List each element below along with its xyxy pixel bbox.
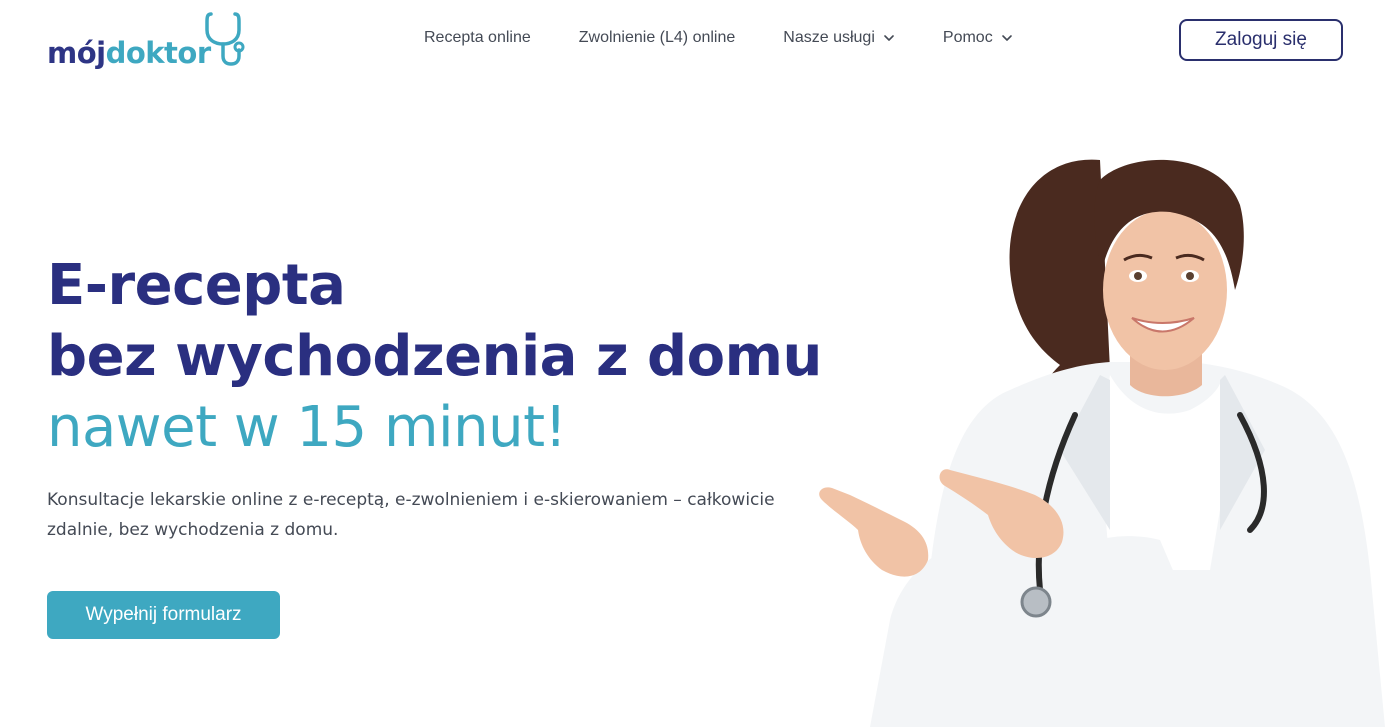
chevron-down-icon — [1001, 35, 1012, 41]
login-button[interactable]: Zaloguj się — [1179, 19, 1343, 61]
nav-recepta-online[interactable]: Recepta online — [424, 29, 531, 47]
hero-title-line-3: nawet w 15 minut! — [47, 395, 567, 460]
chevron-down-icon — [884, 35, 894, 41]
hero-title-line-2: bez wychodzenia z domu — [47, 324, 822, 389]
nav-label: Zwolnienie (L4) online — [578, 29, 736, 46]
nav-label: Pomoc — [942, 29, 993, 46]
main-nav: Recepta online Zwolnienie (L4) online Na… — [424, 29, 1013, 47]
nav-pomoc[interactable]: Pomoc — [943, 29, 1013, 47]
logo[interactable]: mój doktor — [47, 12, 245, 70]
logo-text-doktor: doktor — [105, 36, 212, 70]
logo-text-moj: mój — [47, 36, 106, 70]
nav-label: Nasze usługi — [783, 29, 875, 46]
stethoscope-icon — [205, 12, 245, 66]
hero-heading: E-recepta bez wychodzenia z domu nawet w… — [47, 250, 822, 463]
hero-title-line-1: E-recepta — [47, 253, 346, 318]
hero-description: Konsultacje lekarskie online z e-receptą… — [47, 490, 775, 540]
nav-nasze-uslugi[interactable]: Nasze usługi — [783, 29, 895, 47]
fill-form-button[interactable]: Wypełnij formularz — [47, 591, 280, 639]
nav-label: Recepta online — [424, 29, 531, 46]
site-header: mój doktor Recepta online Zwolnienie (L4… — [0, 0, 1385, 82]
doctor-photo — [819, 159, 1385, 727]
nav-zwolnienie-online[interactable]: Zwolnienie (L4) online — [579, 29, 736, 47]
